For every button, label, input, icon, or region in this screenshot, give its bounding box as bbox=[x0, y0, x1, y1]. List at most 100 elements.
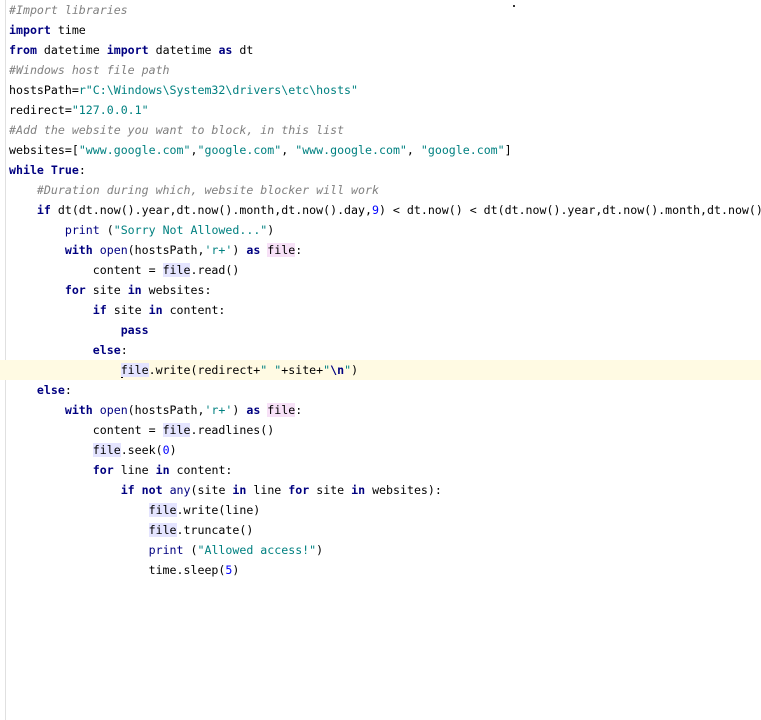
code-line[interactable]: for site in websites: bbox=[9, 280, 761, 300]
code-token: import bbox=[106, 43, 149, 57]
code-line[interactable]: print ("Sorry Not Allowed...") bbox=[9, 220, 761, 240]
code-token: file bbox=[120, 363, 149, 377]
code-token: , bbox=[281, 143, 296, 157]
code-token: with bbox=[64, 403, 93, 417]
code-token: #Add the website you want to block, in t… bbox=[9, 123, 345, 137]
code-line[interactable]: #Add the website you want to block, in t… bbox=[9, 120, 761, 140]
code-token: file bbox=[92, 443, 121, 457]
code-line[interactable]: else: bbox=[9, 380, 761, 400]
code-token: "127.0.0.1" bbox=[71, 103, 149, 117]
code-token: : bbox=[120, 343, 128, 357]
code-line[interactable]: import time bbox=[9, 20, 761, 40]
code-token: file bbox=[267, 243, 296, 257]
code-token: ( bbox=[99, 223, 114, 237]
code-token: site bbox=[85, 283, 128, 297]
code-token: file bbox=[148, 503, 177, 517]
code-token: "google.com" bbox=[197, 143, 282, 157]
code-token: file bbox=[267, 403, 296, 417]
code-token: ( bbox=[183, 543, 198, 557]
code-token: in bbox=[127, 283, 142, 297]
code-token: not bbox=[141, 483, 163, 497]
code-token: else bbox=[92, 343, 121, 357]
code-line[interactable]: for line in content: bbox=[9, 460, 761, 480]
code-token: from bbox=[9, 43, 37, 57]
code-token: line bbox=[246, 483, 289, 497]
code-line[interactable]: with open(hostsPath,'r+') as file: bbox=[9, 400, 761, 420]
code-token: print bbox=[64, 223, 100, 237]
code-token: ) bbox=[351, 363, 359, 377]
code-token: "Sorry Not Allowed..." bbox=[113, 223, 268, 237]
code-token: websites): bbox=[365, 483, 442, 497]
code-token: , bbox=[406, 143, 421, 157]
code-token: hostsPath= bbox=[9, 83, 79, 97]
code-token: 9 bbox=[371, 203, 379, 217]
code-line[interactable]: #Windows host file path bbox=[9, 60, 761, 80]
code-token: site bbox=[106, 303, 149, 317]
code-token: datetime bbox=[148, 43, 219, 57]
code-token: if bbox=[120, 483, 135, 497]
code-line[interactable]: pass bbox=[9, 320, 761, 340]
code-line[interactable]: websites=["www.google.com","google.com",… bbox=[9, 140, 761, 160]
code-token: (hostsPath, bbox=[127, 243, 205, 257]
code-line[interactable]: if dt(dt.now().year,dt.now().month,dt.no… bbox=[9, 200, 761, 220]
code-token: as bbox=[246, 403, 261, 417]
code-line[interactable]: time.sleep(5) bbox=[9, 560, 761, 580]
code-token: ) bbox=[232, 243, 247, 257]
code-line[interactable]: file.write(line) bbox=[9, 500, 761, 520]
code-line[interactable]: while True: bbox=[9, 160, 761, 180]
code-line[interactable]: from datetime import datetime as dt bbox=[9, 40, 761, 60]
code-token: content = bbox=[9, 423, 163, 437]
code-line[interactable]: file.truncate() bbox=[9, 520, 761, 540]
code-token: "google.com" bbox=[420, 143, 505, 157]
code-token: : bbox=[295, 403, 303, 417]
code-line[interactable]: #Duration during which, website blocker … bbox=[9, 180, 761, 200]
code-token: ) bbox=[169, 443, 177, 457]
code-line[interactable]: if site in content: bbox=[9, 300, 761, 320]
code-token: file bbox=[148, 523, 177, 537]
code-line[interactable]: file.seek(0) bbox=[9, 440, 761, 460]
code-line[interactable]: file.write(redirect+" "+site+"\n") bbox=[0, 360, 761, 380]
code-token: .seek( bbox=[120, 443, 163, 457]
code-line[interactable]: content = file.read() bbox=[9, 260, 761, 280]
code-token: in bbox=[351, 483, 366, 497]
code-token: : bbox=[64, 383, 72, 397]
code-line[interactable]: else: bbox=[9, 340, 761, 360]
code-token: r"C:\Windows\System32\drivers\etc\hosts" bbox=[78, 83, 359, 97]
code-token: for bbox=[92, 463, 114, 477]
code-token: #Windows host file path bbox=[9, 63, 170, 77]
code-token: .write(line) bbox=[176, 503, 261, 517]
code-line[interactable]: with open(hostsPath,'r+') as file: bbox=[9, 240, 761, 260]
code-token: datetime bbox=[36, 43, 107, 57]
code-line[interactable]: content = file.readlines() bbox=[9, 420, 761, 440]
code-token: \n bbox=[330, 363, 345, 377]
code-line[interactable]: print ("Allowed access!") bbox=[9, 540, 761, 560]
code-line[interactable]: redirect="127.0.0.1" bbox=[9, 100, 761, 120]
code-token: in bbox=[148, 303, 163, 317]
code-token: .write(redirect+ bbox=[148, 363, 261, 377]
code-editor[interactable]: #Import libraries import time from datetim… bbox=[0, 0, 761, 720]
code-token: print bbox=[148, 543, 184, 557]
code-token: file bbox=[162, 263, 191, 277]
code-token: ) < dt.now() < dt(dt.now().year,dt.now()… bbox=[378, 203, 761, 217]
code-line[interactable]: if not any(site in line for site in webs… bbox=[9, 480, 761, 500]
code-token: with bbox=[64, 243, 93, 257]
code-token: else bbox=[36, 383, 65, 397]
code-line[interactable]: #Import libraries bbox=[9, 0, 761, 20]
code-token: time.sleep( bbox=[9, 563, 226, 577]
code-token: while bbox=[9, 163, 44, 177]
code-line[interactable]: hostsPath=r"C:\Windows\System32\drivers\… bbox=[9, 80, 761, 100]
code-token: content = bbox=[9, 263, 163, 277]
code-token: for bbox=[288, 483, 310, 497]
code-token: "www.google.com" bbox=[295, 143, 407, 157]
